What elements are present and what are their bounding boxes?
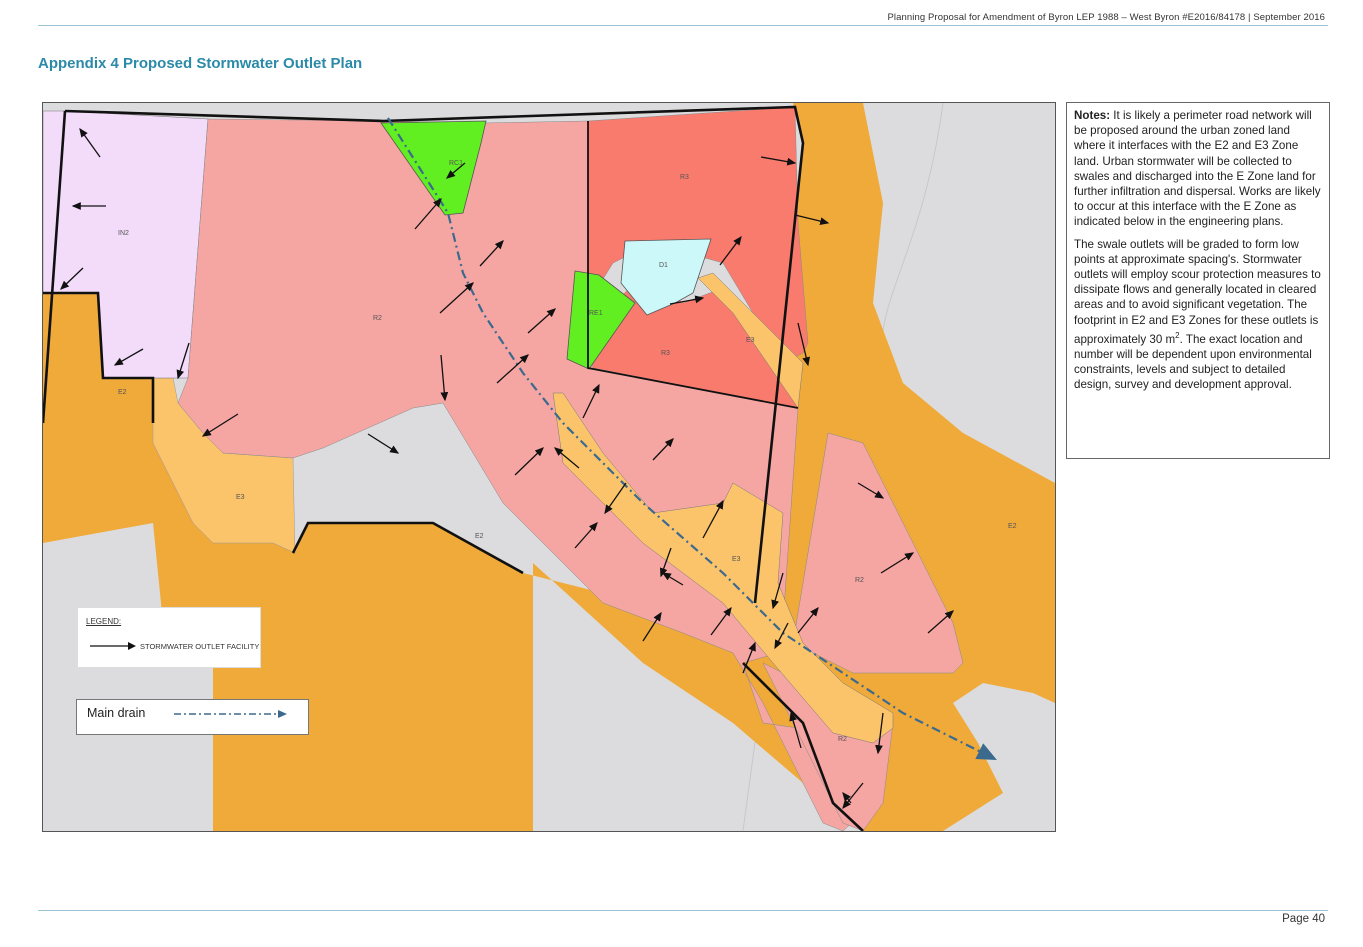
zone-label: RE1 [589, 310, 603, 317]
zone-label: R3 [661, 350, 670, 357]
notes-paragraph-1: Notes: It is likely a perimeter road net… [1074, 108, 1324, 230]
zone-label: E3 [746, 337, 755, 344]
document-header: Planning Proposal for Amendment of Byron… [887, 12, 1325, 23]
zone-label: IN2 [118, 230, 129, 237]
notes-panel: Notes: It is likely a perimeter road net… [1066, 102, 1330, 459]
outlet-arrow-icon [90, 642, 136, 650]
zone-label: R2 [855, 577, 864, 584]
header-rule [38, 25, 1328, 26]
page-number: Page 40 [1282, 913, 1325, 925]
zone-label: R2 [838, 736, 847, 743]
zone-label: RC1 [449, 160, 463, 167]
zone-label: E3 [236, 494, 245, 501]
notes-text-1: It is likely a perimeter road network wi… [1074, 109, 1321, 229]
zone-label: E3 [732, 556, 741, 563]
zone-label: E2 [118, 389, 127, 396]
notes-lead: Notes: [1074, 109, 1111, 122]
zone-label: E2 [475, 533, 484, 540]
notes-text-2a: The swale outlets will be graded to form… [1074, 237, 1321, 346]
page-title: Appendix 4 Proposed Stormwater Outlet Pl… [38, 55, 363, 72]
zone-label: R2 [373, 315, 382, 322]
footer-rule [38, 910, 1328, 911]
notes-paragraph-2: The swale outlets will be graded to form… [1074, 237, 1324, 393]
dash-dot-line-icon [174, 710, 287, 718]
legend-item-outlet: STORMWATER OUTLET FACILITY [140, 642, 260, 651]
drain-legend-label: Main drain [87, 706, 146, 720]
drain-legend: Main drain [76, 699, 309, 735]
zone-label: E2 [1008, 523, 1017, 530]
legend-title: LEGEND: [86, 617, 122, 626]
zone-label: D1 [659, 262, 668, 269]
map-legend: LEGEND: STORMWATER OUTLET FACILITY [77, 607, 261, 668]
zone-label: R3 [680, 174, 689, 181]
